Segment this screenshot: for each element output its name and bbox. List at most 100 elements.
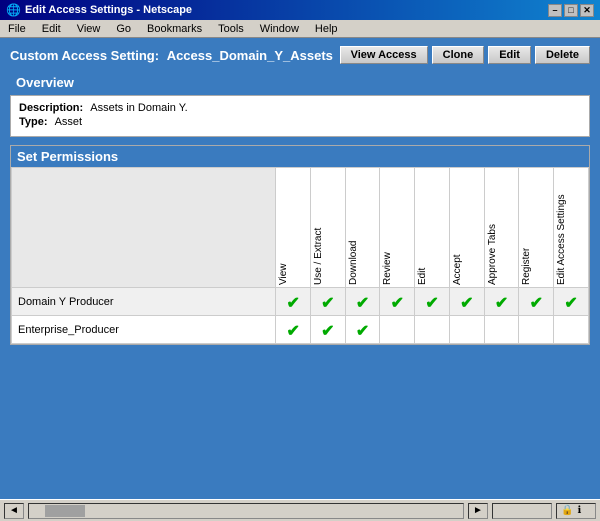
menu-bookmarks[interactable]: Bookmarks (143, 23, 206, 35)
col-use-extract: Use / Extract (311, 168, 346, 288)
permissions-table: View Use / Extract Download Review Edit (11, 167, 589, 344)
permission-cell[interactable]: ✔ (554, 288, 589, 316)
checkmark-icon: ✔ (321, 323, 334, 340)
page-title-name: Access_Domain_Y_Assets (167, 48, 333, 63)
permission-cell[interactable]: ✔ (276, 288, 311, 316)
col-review: Review (380, 168, 415, 288)
permission-cell[interactable]: ✔ (345, 288, 380, 316)
overview-section-header: Overview (10, 72, 590, 93)
description-value: Assets in Domain Y. (90, 102, 187, 114)
col-download-label: Download (348, 175, 361, 285)
content-area: Custom Access Setting: Access_Domain_Y_A… (0, 38, 600, 499)
status-right: ► (468, 503, 488, 519)
checkmark-icon: ✔ (564, 295, 577, 312)
table-row: Enterprise_Producer ✔ ✔ ✔ (12, 316, 589, 344)
permission-cell[interactable] (415, 316, 450, 344)
menu-edit[interactable]: Edit (38, 23, 65, 35)
title-bar: 🌐 Edit Access Settings - Netscape – □ ✕ (0, 0, 600, 20)
col-edit-access-settings-label: Edit Access Settings (556, 175, 569, 285)
col-accept: Accept (449, 168, 484, 288)
edit-button[interactable]: Edit (488, 46, 531, 64)
permission-cell[interactable]: ✔ (311, 316, 346, 344)
table-corner-cell (12, 168, 276, 288)
permission-cell[interactable] (484, 316, 519, 344)
col-approve-tabs: Approve Tabs (484, 168, 519, 288)
page-title-prefix: Custom Access Setting: (10, 48, 159, 63)
col-register-label: Register (521, 175, 534, 285)
col-review-label: Review (382, 175, 395, 285)
permission-cell[interactable]: ✔ (311, 288, 346, 316)
clone-button[interactable]: Clone (432, 46, 485, 64)
col-use-extract-label: Use / Extract (313, 175, 326, 285)
header-row: Custom Access Setting: Access_Domain_Y_A… (10, 46, 590, 64)
description-label: Description: (19, 102, 83, 114)
checkmark-icon: ✔ (495, 295, 508, 312)
page-title: Custom Access Setting: Access_Domain_Y_A… (10, 48, 333, 63)
permission-cell[interactable] (554, 316, 589, 344)
col-register: Register (519, 168, 554, 288)
permission-cell[interactable]: ✔ (449, 288, 484, 316)
menu-window[interactable]: Window (256, 23, 303, 35)
permission-cell[interactable]: ✔ (484, 288, 519, 316)
col-edit: Edit (415, 168, 450, 288)
maximize-button[interactable]: □ (564, 4, 578, 17)
app-icon: 🌐 (6, 3, 21, 17)
checkmark-icon: ✔ (530, 295, 543, 312)
status-icons: 🔒 ℹ (556, 503, 596, 519)
col-view: View (276, 168, 311, 288)
delete-button[interactable]: Delete (535, 46, 590, 64)
table-row: Domain Y Producer ✔ ✔ ✔ ✔ ✔ ✔ ✔ ✔ ✔ (12, 288, 589, 316)
permission-cell[interactable] (380, 316, 415, 344)
minimize-button[interactable]: – (548, 4, 562, 17)
scroll-left-icon[interactable]: ◄ (9, 505, 19, 516)
checkmark-icon: ✔ (356, 323, 369, 340)
checkmark-icon: ✔ (460, 295, 473, 312)
checkmark-icon: ✔ (286, 323, 299, 340)
close-button[interactable]: ✕ (580, 4, 594, 17)
table-header-row: View Use / Extract Download Review Edit (12, 168, 589, 288)
permission-cell[interactable]: ✔ (519, 288, 554, 316)
col-view-label: View (278, 175, 291, 285)
menu-view[interactable]: View (73, 23, 105, 35)
status-bar: ◄ ► 🔒 ℹ (0, 499, 600, 521)
menu-bar: File Edit View Go Bookmarks Tools Window… (0, 20, 600, 38)
col-download: Download (345, 168, 380, 288)
checkmark-icon: ✔ (425, 295, 438, 312)
status-left: ◄ (4, 503, 24, 519)
overview-type: Type: Asset (19, 116, 581, 128)
permission-cell[interactable] (519, 316, 554, 344)
info-icon: ℹ (577, 505, 581, 516)
overview-box: Description: Assets in Domain Y. Type: A… (10, 95, 590, 137)
checkmark-icon: ✔ (391, 295, 404, 312)
checkmark-icon: ✔ (286, 295, 299, 312)
type-value: Asset (55, 116, 83, 128)
permission-cell[interactable]: ✔ (415, 288, 450, 316)
row-label: Domain Y Producer (12, 288, 276, 316)
col-edit-label: Edit (417, 175, 430, 285)
permission-cell[interactable]: ✔ (380, 288, 415, 316)
permission-cell[interactable]: ✔ (276, 316, 311, 344)
horizontal-scrollbar[interactable] (28, 503, 464, 519)
menu-file[interactable]: File (4, 23, 30, 35)
permission-cell[interactable]: ✔ (345, 316, 380, 344)
type-label: Type: (19, 116, 48, 128)
checkmark-icon: ✔ (356, 295, 369, 312)
window-title: Edit Access Settings - Netscape (25, 4, 192, 16)
col-edit-access-settings: Edit Access Settings (554, 168, 589, 288)
checkmark-icon: ✔ (321, 295, 334, 312)
menu-help[interactable]: Help (311, 23, 342, 35)
permissions-section: Set Permissions View Use / Extract Downl… (10, 145, 590, 345)
col-accept-label: Accept (452, 175, 465, 285)
window-controls: – □ ✕ (548, 4, 594, 17)
col-approve-tabs-label: Approve Tabs (487, 175, 500, 285)
menu-tools[interactable]: Tools (214, 23, 248, 35)
row-label: Enterprise_Producer (12, 316, 276, 344)
scroll-right-icon[interactable]: ► (473, 505, 483, 516)
action-buttons: View Access Clone Edit Delete (340, 46, 590, 64)
permission-cell[interactable] (449, 316, 484, 344)
scrollbar-thumb (45, 505, 85, 517)
status-info (492, 503, 552, 519)
view-access-button[interactable]: View Access (340, 46, 428, 64)
security-icon: 🔒 (561, 505, 573, 516)
menu-go[interactable]: Go (112, 23, 135, 35)
